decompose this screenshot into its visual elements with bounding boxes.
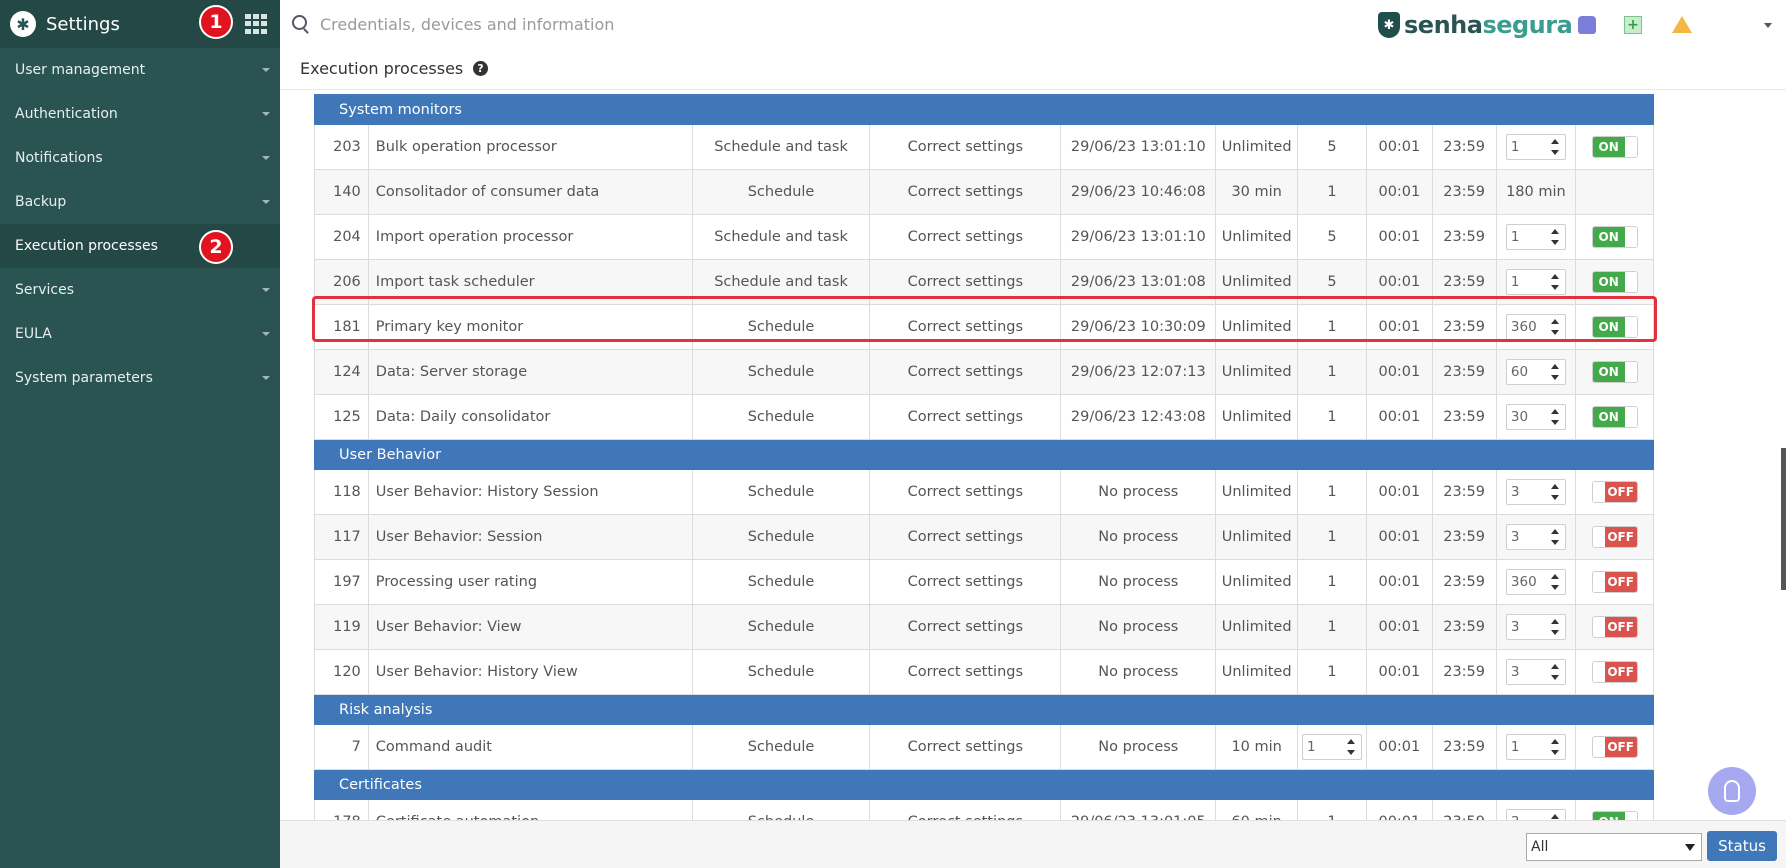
table-row: 120 User Behavior: History View Schedule… — [314, 649, 1654, 695]
step-badge-2: 2 — [199, 230, 233, 264]
sidebar-item-execution-processes[interactable]: Execution processes — [0, 224, 280, 268]
sidebar-item-system-parameters[interactable]: System parameters — [0, 356, 280, 400]
toggle-switch[interactable]: OFF — [1591, 481, 1638, 503]
brand-logo: ✱ senhasegura — [1378, 11, 1573, 39]
process-table: System monitors 203 Bulk operation proce… — [314, 94, 1654, 820]
interval-stepper[interactable]: 60 — [1505, 359, 1566, 385]
sidebar-item-label: Backup — [15, 194, 67, 210]
chevron-down-icon — [262, 68, 270, 72]
shield-icon: ✱ — [10, 11, 36, 37]
chevron-down-icon — [1685, 844, 1695, 851]
sidebar-item-label: Services — [15, 282, 75, 298]
interval-stepper[interactable]: 1 — [1505, 224, 1566, 250]
interval-stepper[interactable]: 3 — [1505, 524, 1566, 550]
table-row: 178 Certificate automation Schedule Corr… — [314, 799, 1654, 820]
count-stepper[interactable]: 1 — [1302, 734, 1363, 760]
status-filter-value: All — [1531, 839, 1549, 855]
home-icon[interactable] — [1578, 16, 1596, 34]
table-row: 140 Consolitador of consumer data Schedu… — [314, 169, 1654, 215]
interval-value: 180 min — [1495, 169, 1577, 215]
search-input[interactable] — [320, 12, 920, 36]
sidebar-item-user-management[interactable]: User management — [0, 48, 280, 92]
step-badge-1: 1 — [199, 5, 233, 39]
table-row: 117 User Behavior: Session Schedule Corr… — [314, 514, 1654, 560]
lightbulb-icon[interactable] — [1708, 767, 1756, 815]
chevron-down-icon — [262, 200, 270, 204]
interval-stepper[interactable]: 3 — [1505, 659, 1566, 685]
interval-stepper[interactable]: 3 — [1505, 614, 1566, 640]
search-icon — [292, 15, 307, 30]
toggle-switch[interactable]: ON — [1591, 136, 1638, 158]
sidebar-item-services[interactable]: Services — [0, 268, 280, 312]
table-row: 206 Import task scheduler Schedule and t… — [314, 259, 1654, 305]
group-header: Risk analysis — [314, 694, 1654, 725]
toggle-switch[interactable]: ON — [1591, 271, 1638, 293]
brand-shield-icon: ✱ — [1378, 12, 1400, 38]
toggle-switch[interactable]: OFF — [1591, 616, 1638, 638]
sidebar-item-label: EULA — [15, 326, 52, 342]
chevron-down-icon — [262, 156, 270, 160]
chevron-down-icon — [262, 376, 270, 380]
sidebar-item-label: Notifications — [15, 150, 103, 166]
page-header: Execution processes ? — [280, 48, 1786, 90]
status-filter-select[interactable]: All — [1526, 833, 1702, 861]
toggle-switch[interactable]: OFF — [1591, 526, 1638, 548]
interval-stepper[interactable]: 1 — [1505, 734, 1566, 760]
sidebar-item-eula[interactable]: EULA — [0, 312, 280, 356]
group-header: User Behavior — [314, 439, 1654, 470]
question-circle-icon[interactable]: ? — [473, 61, 488, 76]
table-row: 118 User Behavior: History Session Sched… — [314, 469, 1654, 515]
group-header: System monitors — [314, 94, 1654, 125]
top-bar: ✱ senhasegura + — [280, 0, 1786, 48]
chevron-down-icon[interactable] — [1764, 23, 1772, 28]
interval-stepper[interactable]: 3 — [1505, 479, 1566, 505]
table-row: 204 Import operation processor Schedule … — [314, 214, 1654, 260]
table-row: 197 Processing user rating Schedule Corr… — [314, 559, 1654, 605]
toggle-switch[interactable]: ON — [1591, 316, 1638, 338]
interval-stepper[interactable]: 3 — [1505, 809, 1566, 820]
brand-name: senhasegura — [1404, 11, 1573, 39]
table-row: 124 Data: Server storage Schedule Correc… — [314, 349, 1654, 395]
sidebar-title: Settings — [46, 13, 120, 35]
page-title: Execution processes — [300, 59, 464, 78]
warning-icon[interactable] — [1672, 16, 1692, 33]
sidebar-item-backup[interactable]: Backup — [0, 180, 280, 224]
sidebar-header: ✱ Settings — [0, 0, 280, 48]
footer-bar: All Status — [280, 820, 1786, 868]
table-row: 125 Data: Daily consolidator Schedule Co… — [314, 394, 1654, 440]
toggle-switch[interactable]: ON — [1591, 226, 1638, 248]
chevron-down-icon — [262, 112, 270, 116]
chevron-down-icon — [262, 288, 270, 292]
scrollbar-thumb[interactable] — [1781, 448, 1786, 590]
sidebar-item-authentication[interactable]: Authentication — [0, 92, 280, 136]
process-table-container: System monitors 203 Bulk operation proce… — [280, 90, 1786, 820]
status-button[interactable]: Status — [1707, 831, 1777, 861]
table-row-highlighted: 181 Primary key monitor Schedule Correct… — [314, 304, 1654, 350]
table-row: 7 Command audit Schedule Correct setting… — [314, 724, 1654, 770]
interval-stepper[interactable]: 360 — [1505, 569, 1566, 595]
chevron-down-icon — [262, 332, 270, 336]
sidebar-item-label: Execution processes — [15, 238, 158, 254]
add-document-icon[interactable]: + — [1624, 16, 1642, 34]
sidebar-item-label: Authentication — [15, 106, 118, 122]
interval-stepper[interactable]: 1 — [1505, 269, 1566, 295]
sidebar-item-notifications[interactable]: Notifications — [0, 136, 280, 180]
toggle-switch[interactable]: OFF — [1591, 571, 1638, 593]
table-row: 203 Bulk operation processor Schedule an… — [314, 124, 1654, 170]
sidebar: ✱ Settings User management Authenticatio… — [0, 0, 280, 868]
group-header: Certificates — [314, 769, 1654, 800]
toggle-switch[interactable]: OFF — [1591, 736, 1638, 758]
toggle-switch[interactable]: ON — [1591, 406, 1638, 428]
interval-stepper[interactable]: 30 — [1505, 404, 1566, 430]
toggle-switch[interactable]: ON — [1591, 361, 1638, 383]
interval-stepper[interactable]: 1 — [1505, 134, 1566, 160]
toggle-switch[interactable]: ON — [1591, 811, 1638, 820]
grid-icon[interactable] — [245, 14, 267, 34]
sidebar-item-label: User management — [15, 62, 146, 78]
interval-stepper[interactable]: 360 — [1505, 314, 1566, 340]
table-row: 119 User Behavior: View Schedule Correct… — [314, 604, 1654, 650]
toggle-switch[interactable]: OFF — [1591, 661, 1638, 683]
sidebar-item-label: System parameters — [15, 370, 153, 386]
